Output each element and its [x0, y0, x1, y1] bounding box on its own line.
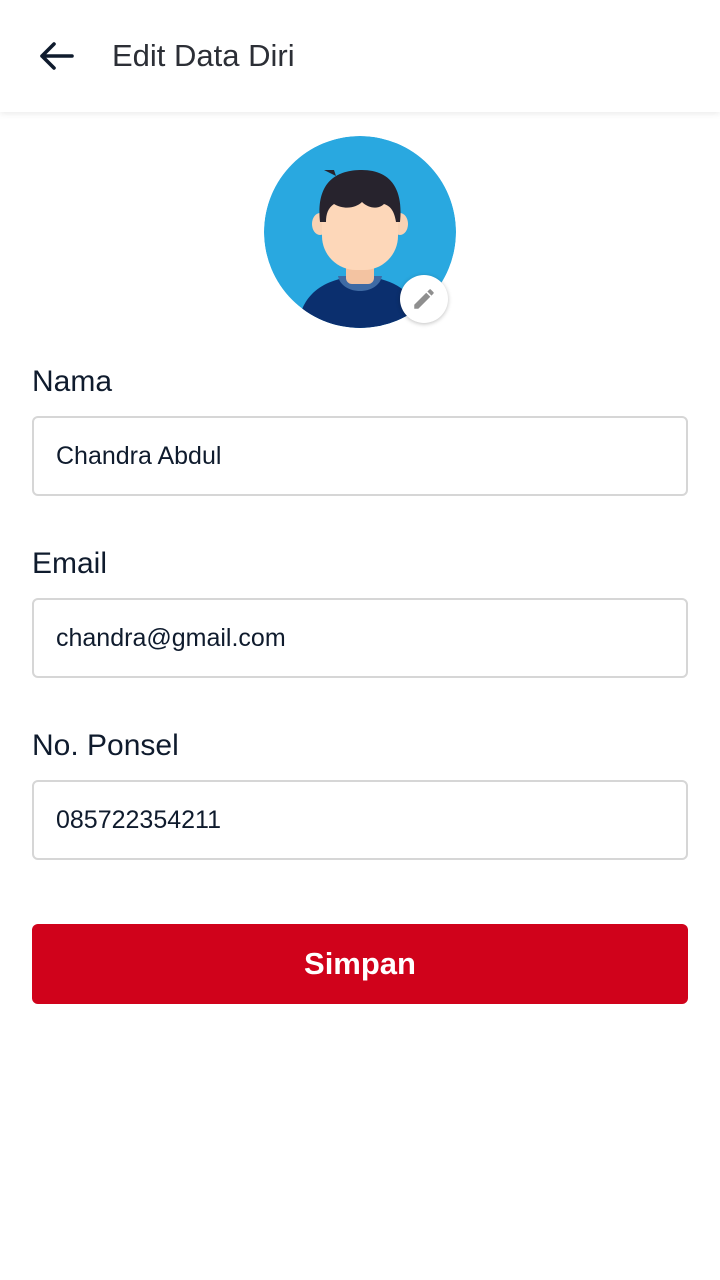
back-button[interactable] [24, 24, 88, 88]
profile-photo [264, 136, 456, 328]
phone-label: No. Ponsel [32, 729, 179, 762]
arrow-left-icon [40, 42, 74, 70]
name-label: Nama [32, 365, 113, 398]
edit-photo-button[interactable] [400, 275, 448, 323]
page-title: Edit Data Diri [112, 38, 295, 73]
name-field[interactable] [32, 416, 688, 496]
email-field[interactable] [32, 598, 688, 678]
save-button[interactable]: Simpan [32, 924, 688, 1004]
phone-field[interactable] [32, 780, 688, 860]
email-label: Email [32, 547, 108, 580]
pencil-icon [414, 289, 434, 309]
app-bar: Edit Data Diri [0, 0, 720, 112]
